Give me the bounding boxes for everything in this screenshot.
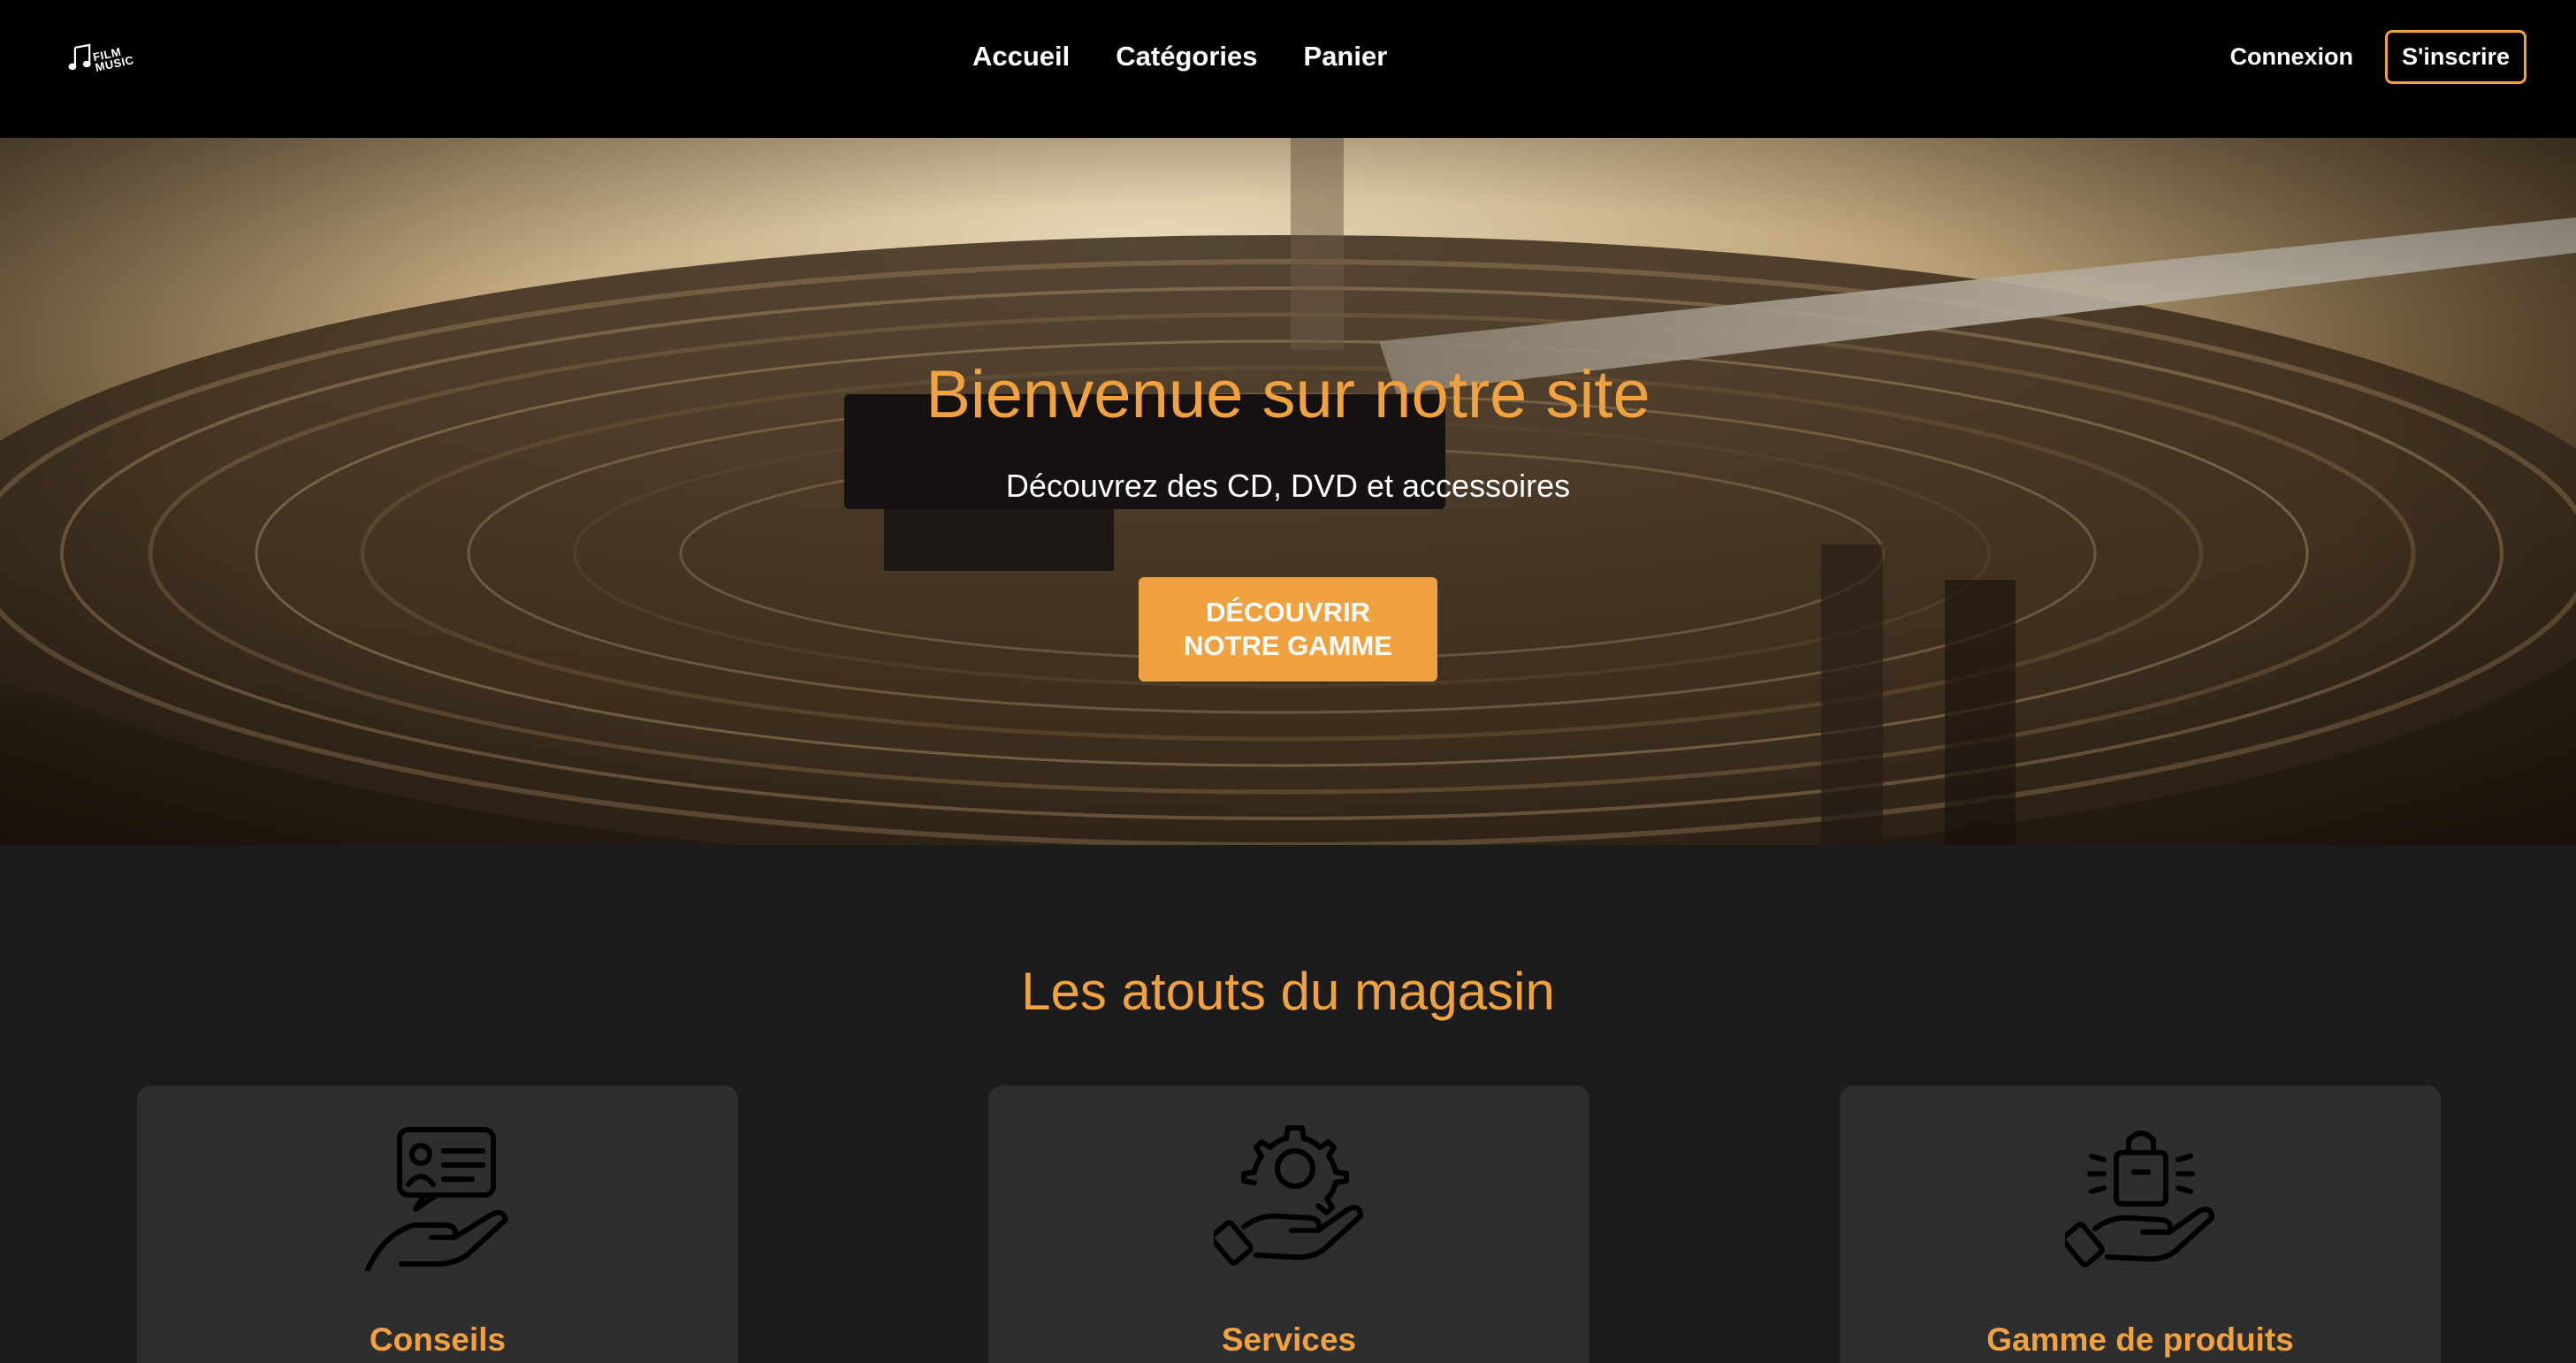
main-nav: Accueil Catégories Panier: [972, 35, 1387, 78]
product-bag-hand-icon: [2065, 1131, 2214, 1268]
nav-link-panier[interactable]: Panier: [1304, 35, 1388, 78]
music-note-icon: [68, 43, 91, 71]
hero-subtitle: Découvrez des CD, DVD et accessoires: [1005, 468, 1571, 504]
features-section: Les atouts du magasin Conseils Services …: [0, 845, 2576, 1363]
signup-button[interactable]: S'inscrire: [2385, 30, 2526, 84]
login-link[interactable]: Connexion: [2230, 43, 2354, 71]
feature-card-title: Conseils: [369, 1321, 507, 1358]
page: FILM MUSIC Accueil Catégories Panier Con…: [0, 0, 2576, 1363]
service-gear-hand-icon: [1214, 1125, 1363, 1266]
nav-link-accueil[interactable]: Accueil: [972, 35, 1070, 78]
feature-card-conseils: Conseils: [137, 1085, 738, 1363]
feature-card-services: Services: [988, 1085, 1589, 1363]
feature-card-title: Gamme de produits: [1986, 1321, 2294, 1358]
feature-card-title: Services: [1221, 1321, 1357, 1358]
navbar: FILM MUSIC Accueil Catégories Panier Con…: [0, 0, 2576, 138]
hero-title: Bienvenue sur notre site: [926, 357, 1650, 432]
site-logo[interactable]: FILM MUSIC: [67, 37, 147, 78]
advice-hand-icon: [365, 1127, 508, 1271]
discover-range-button[interactable]: Découvrir notre gamme: [1139, 577, 1437, 682]
logo-text: FILM MUSIC: [91, 44, 135, 74]
auth-actions: Connexion S'inscrire: [2230, 30, 2526, 84]
nav-link-categories[interactable]: Catégories: [1116, 35, 1257, 78]
features-title: Les atouts du magasin: [1021, 962, 1555, 1021]
hero-section: Bienvenue sur notre site Découvrez des C…: [0, 138, 2576, 845]
feature-card-gamme: Gamme de produits: [1840, 1085, 2441, 1363]
